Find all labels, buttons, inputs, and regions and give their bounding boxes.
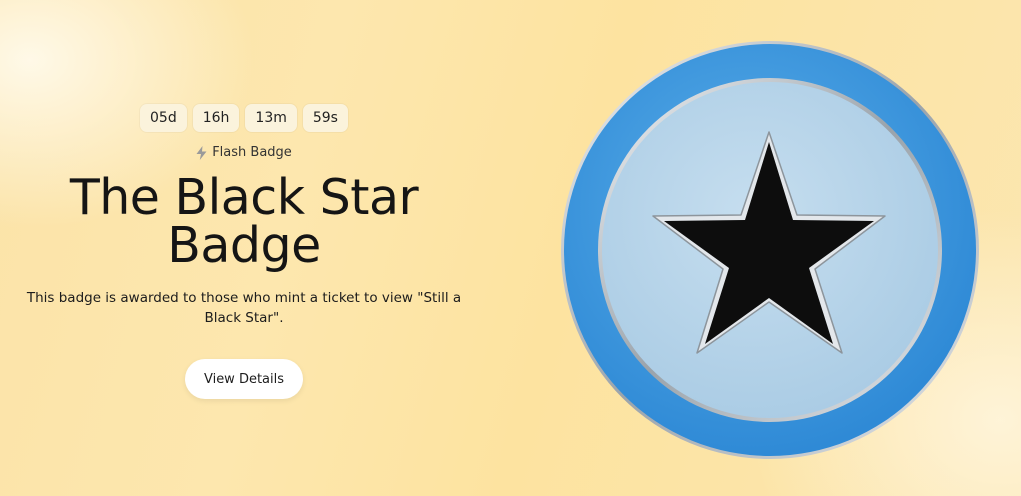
countdown-timer: 05d 16h 13m 59s xyxy=(140,104,348,132)
badge-description: This badge is awarded to those who mint … xyxy=(26,290,462,326)
countdown-days: 05d xyxy=(140,104,187,132)
countdown-seconds: 59s xyxy=(302,104,348,132)
view-details-button[interactable]: View Details xyxy=(185,359,303,399)
badge-type-text: Flash Badge xyxy=(212,145,292,160)
lightning-bolt-icon xyxy=(196,145,207,160)
hero-section: 05d 16h 13m 59s Flash Badge The Black St… xyxy=(0,0,1021,496)
countdown-minutes: 13m xyxy=(245,104,297,132)
badge-title: The Black Star Badge xyxy=(69,169,419,274)
badge-info-panel: 05d 16h 13m 59s Flash Badge The Black St… xyxy=(0,104,488,399)
black-star-badge-image xyxy=(560,40,980,460)
countdown-hours: 16h xyxy=(192,104,240,132)
badge-type-label: Flash Badge xyxy=(196,145,292,160)
